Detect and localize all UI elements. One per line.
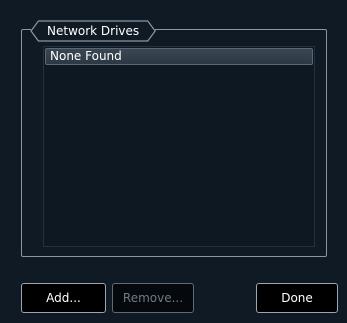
group-title-tab: Network Drives — [31, 21, 155, 41]
list-item[interactable]: None Found — [45, 48, 313, 65]
network-drives-panel: Network Drives None Found Add... Remove.… — [0, 0, 347, 323]
list-item-label: None Found — [50, 49, 122, 63]
group-title: Network Drives — [47, 24, 140, 38]
done-button[interactable]: Done — [256, 283, 338, 313]
drives-list[interactable]: None Found — [43, 46, 315, 247]
remove-button[interactable]: Remove... — [112, 283, 194, 313]
add-button[interactable]: Add... — [21, 283, 106, 313]
